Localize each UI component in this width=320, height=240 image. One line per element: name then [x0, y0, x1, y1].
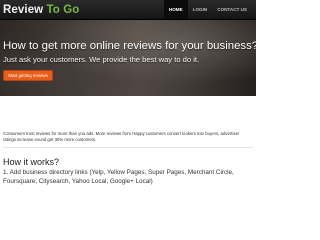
main-nav: HOME LOGIN CONTACT US: [163, 0, 252, 19]
brand-logo[interactable]: Review To Go: [3, 3, 79, 17]
top-navbar: Review To Go HOME LOGIN CONTACT US: [0, 0, 256, 20]
brand-accent: To Go: [43, 4, 80, 16]
page: Review To Go HOME LOGIN CONTACT US How t…: [0, 0, 256, 200]
nav-contact-us[interactable]: CONTACT US: [212, 0, 252, 19]
start-getting-reviews-button[interactable]: Start getting reviews: [3, 70, 53, 81]
how-it-works-heading: How it works?: [3, 157, 60, 167]
intro-paragraph: Consumers trust reviews for more than yo…: [3, 131, 240, 143]
step-line: 1. Add business directory links (Yelp, Y…: [3, 169, 234, 176]
step-line: Foursquare, Citysearch, Yahoo Local, Goo…: [3, 177, 153, 185]
nav-login[interactable]: LOGIN: [188, 0, 213, 19]
how-it-works-steps: 1. Add business directory links (Yelp, Y…: [3, 169, 255, 186]
nav-home[interactable]: HOME: [163, 0, 188, 19]
hero-subtitle: Just ask your customers. We provide the …: [3, 55, 200, 64]
brand-name: Review: [3, 4, 44, 16]
hero-banner: How to get more online reviews for your …: [0, 20, 256, 96]
section-divider: [3, 147, 253, 148]
hero-title: How to get more online reviews for your …: [3, 40, 256, 52]
